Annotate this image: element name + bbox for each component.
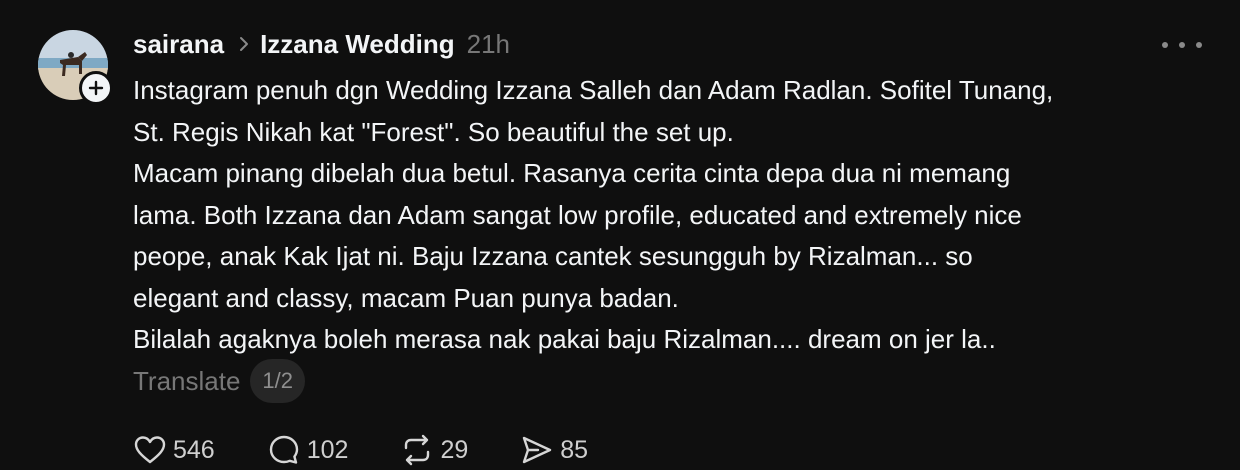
topic-tag-link[interactable]: Izzana Wedding — [260, 29, 455, 60]
translate-row: Translate 1/2 — [133, 358, 306, 404]
follow-plus-icon[interactable] — [79, 71, 113, 105]
chevron-right-icon — [238, 35, 250, 53]
share-count: 85 — [560, 435, 589, 464]
comment-icon — [269, 435, 298, 464]
like-count: 546 — [173, 435, 215, 464]
post-header: sairana Izzana Wedding 21h — [133, 26, 510, 62]
reply-button[interactable]: 102 — [267, 433, 349, 467]
post-text-line: St. Regis Nikah kat "Forest". So beautif… — [133, 116, 734, 147]
action-bar: 546 102 29 85 — [133, 430, 640, 470]
thread-post: sairana Izzana Wedding 21h Instagram pen… — [0, 0, 1240, 466]
repost-button[interactable]: 29 — [400, 433, 468, 467]
post-timestamp[interactable]: 21h — [467, 29, 510, 60]
post-text-line: peope, anak Kak Ijat ni. Baju Izzana can… — [133, 241, 973, 271]
more-options-icon[interactable] — [1162, 38, 1202, 52]
repost-icon — [405, 434, 430, 466]
share-button[interactable]: 85 — [520, 433, 588, 467]
post-text-line: Instagram penuh dgn Wedding Izzana Salle… — [133, 75, 1054, 105]
send-icon — [523, 436, 552, 464]
username-link[interactable]: sairana — [133, 29, 224, 60]
page-indicator-badge: 1/2 — [250, 359, 306, 403]
post-text-line: lama. Both Izzana dan Adam sangat low pr… — [133, 199, 1022, 230]
reply-count: 102 — [306, 435, 349, 464]
like-button[interactable]: 546 — [133, 433, 215, 467]
more-dot — [1179, 42, 1185, 48]
post-body: Instagram penuh dgn Wedding Izzana Salle… — [133, 70, 1213, 361]
more-dot — [1162, 42, 1168, 48]
more-dot — [1196, 42, 1202, 48]
post-text-line: elegant and classy, macam Puan punya bad… — [133, 282, 679, 313]
heart-icon — [134, 436, 166, 464]
post-text-line: Macam pinang dibelah dua betul. Rasanya … — [133, 158, 1011, 188]
repost-count: 29 — [440, 435, 469, 464]
post-text-line: Bilalah agaknya boleh merasa nak pakai b… — [133, 324, 996, 354]
translate-button[interactable]: Translate — [133, 366, 240, 397]
